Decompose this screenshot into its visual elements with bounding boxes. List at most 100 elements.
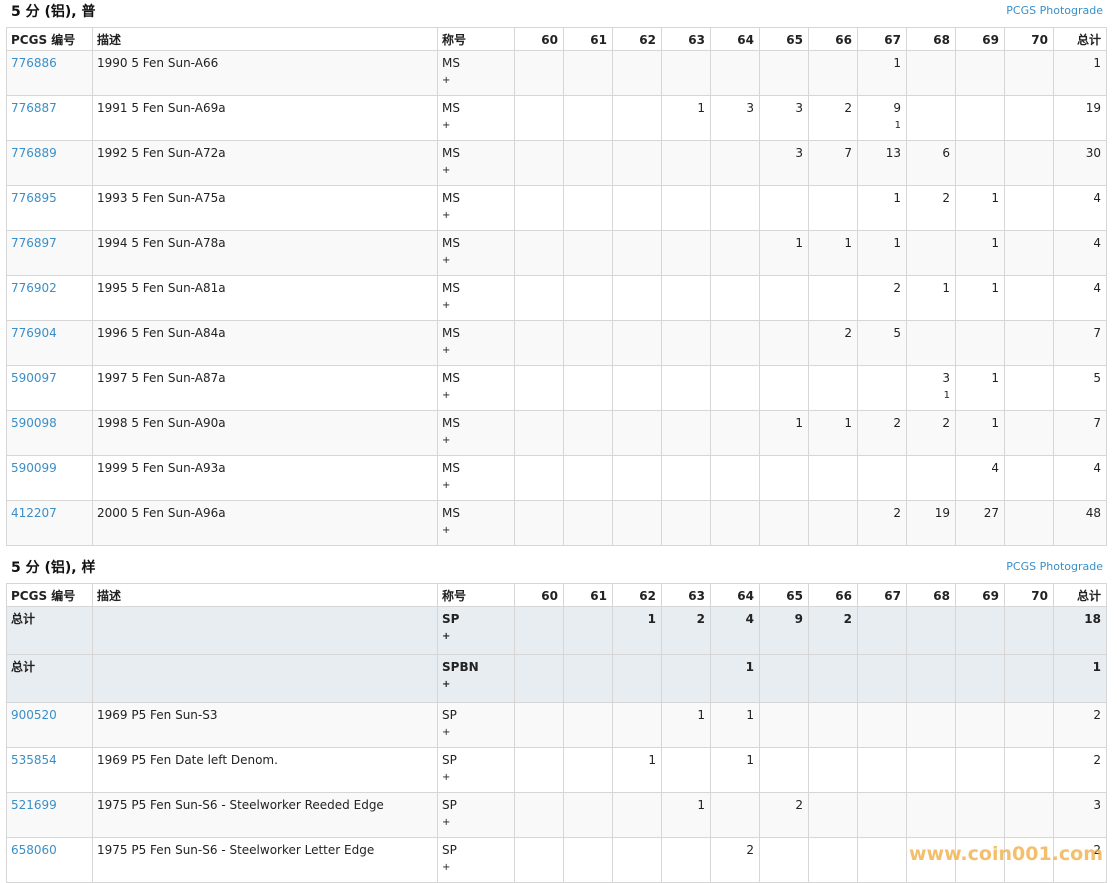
grade-69-count: 1 (955, 230, 1005, 276)
grade-63-count (661, 140, 711, 186)
grade-70-count (1004, 275, 1054, 321)
grade-63-count (661, 185, 711, 231)
grade-68-count (906, 702, 956, 748)
pcgs-number-link[interactable]: 521699 (11, 798, 57, 812)
grade-62-count (612, 140, 662, 186)
grade-count: 2 (746, 843, 754, 857)
designation-plus: + (442, 75, 451, 86)
grade-count: 2 (844, 326, 852, 340)
designation-cell: SP + (437, 837, 515, 883)
header-grade-68: 68 (906, 27, 956, 51)
header-grade-60: 60 (514, 27, 564, 51)
pcgs-number-link[interactable]: 535854 (11, 753, 57, 767)
designation-plus: + (442, 165, 451, 176)
designation-cell: MS + (437, 185, 515, 231)
grade-60-count (514, 654, 564, 703)
grade-68-count (906, 50, 956, 96)
grade-count: 1 (795, 416, 803, 430)
grade-67-count: 1 (857, 230, 907, 276)
grade-67-count (857, 702, 907, 748)
pcgs-number-link[interactable]: 776886 (11, 56, 57, 70)
description: 1999 5 Fen Sun-A93a (92, 455, 438, 501)
grade-count: 9 (893, 101, 901, 115)
grade-63-count: 2 (661, 606, 711, 655)
grade-70-count (1004, 95, 1054, 141)
description: 1998 5 Fen Sun-A90a (92, 410, 438, 456)
table-row: 776889 1992 5 Fen Sun-A72a MS +3 7 13 6 30 (6, 140, 1107, 186)
grade-63-count (661, 455, 711, 501)
photograde-link[interactable]: PCGS Photograde (1006, 560, 1103, 573)
designation: MS (442, 236, 460, 250)
description: 1975 P5 Fen Sun-S6 - Steelworker Letter … (92, 837, 438, 883)
grade-66-count (808, 365, 858, 411)
pcgs-number-link[interactable]: 776904 (11, 326, 57, 340)
pcgs-number-link[interactable]: 590097 (11, 371, 57, 385)
pcgs-number-link[interactable]: 412207 (11, 506, 57, 520)
pcgs-number-link[interactable]: 590098 (11, 416, 57, 430)
designation-plus: + (442, 817, 451, 828)
designation: MS (442, 281, 460, 295)
grade-count: 1 (746, 753, 754, 767)
grade-69-count: 4 (955, 455, 1005, 501)
grade-count: 4 (991, 461, 999, 475)
grade-count: 1 (991, 281, 999, 295)
designation-plus: + (442, 862, 451, 873)
grade-66-count (808, 50, 858, 96)
pcgs-number-link[interactable]: 658060 (11, 843, 57, 857)
designation-cell: MS + (437, 455, 515, 501)
grade-66-count: 2 (808, 606, 858, 655)
designation-plus: + (442, 679, 451, 690)
description: 1975 P5 Fen Sun-S6 - Steelworker Reeded … (92, 792, 438, 838)
designation-cell: MS + (437, 365, 515, 411)
grade-count: 1 (991, 236, 999, 250)
header-grade-63: 63 (661, 27, 711, 51)
grade-65-count (759, 455, 809, 501)
designation-plus: + (442, 727, 451, 738)
photograde-link[interactable]: PCGS Photograde (1006, 4, 1103, 17)
designation-plus: + (442, 210, 451, 221)
pcgs-number-link[interactable]: 776887 (11, 101, 57, 115)
designation-plus: + (442, 300, 451, 311)
designation-plus: + (442, 631, 451, 642)
code-cell: 776895 (6, 185, 93, 231)
table-row: 535854 1969 P5 Fen Date left Denom. SP +1 1 2 (6, 747, 1107, 793)
grade-65-count: 3 (759, 140, 809, 186)
grade-66-count (808, 185, 858, 231)
grade-66-count (808, 275, 858, 321)
grade-63-count (661, 365, 711, 411)
grade-65-count (759, 365, 809, 411)
grade-69-count (955, 606, 1005, 655)
designation-cell: SPBN + (437, 654, 515, 703)
header-grade-61: 61 (563, 583, 613, 607)
header-grade-60: 60 (514, 583, 564, 607)
pcgs-number-link[interactable]: 776902 (11, 281, 57, 295)
grade-62-count (612, 275, 662, 321)
pcgs-number-link[interactable]: 590099 (11, 461, 57, 475)
grade-60-count (514, 275, 564, 321)
grade-61-count (563, 455, 613, 501)
code-cell: 535854 (6, 747, 93, 793)
grade-63-count: 1 (661, 95, 711, 141)
grade-65-count: 3 (759, 95, 809, 141)
designation-plus: + (442, 480, 451, 491)
grade-62-count (612, 792, 662, 838)
pcgs-number-link[interactable]: 776897 (11, 236, 57, 250)
grade-68-count (906, 230, 956, 276)
designation-cell: MS + (437, 500, 515, 546)
pcgs-number-link[interactable]: 776889 (11, 146, 57, 160)
grade-68-count (906, 792, 956, 838)
grade-65-count (759, 500, 809, 546)
pcgs-number-link[interactable]: 900520 (11, 708, 57, 722)
grade-62-count (612, 365, 662, 411)
grade-count: 2 (942, 416, 950, 430)
code-cell: 776897 (6, 230, 93, 276)
designation-plus: + (442, 435, 451, 446)
grade-64-count: 4 (710, 606, 760, 655)
grade-68-count: 31 (906, 365, 956, 411)
designation-cell: SP + (437, 747, 515, 793)
pcgs-number-link[interactable]: 776895 (11, 191, 57, 205)
header-grade-65: 65 (759, 27, 809, 51)
grade-count: 3 (942, 371, 950, 385)
grade-count: 1 (697, 798, 705, 812)
grade-64-count: 2 (710, 837, 760, 883)
